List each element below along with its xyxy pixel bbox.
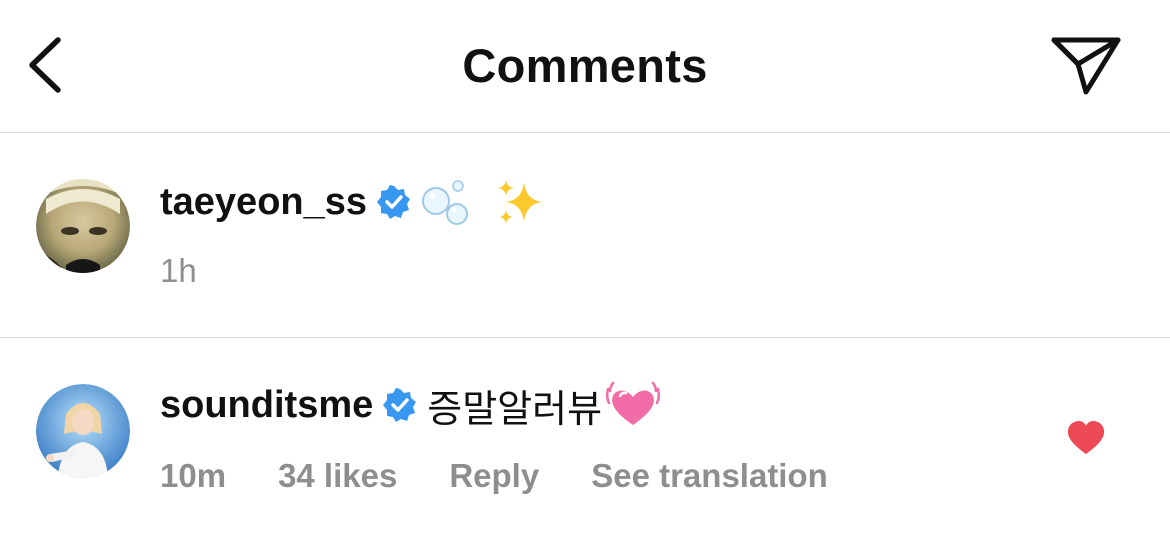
reply-button[interactable]: Reply [449, 457, 539, 495]
share-button[interactable] [1048, 34, 1124, 98]
heart-filled-icon [1067, 421, 1105, 454]
post-caption: taeyeon_ss 1h [0, 133, 1170, 338]
post-meta: 1h [160, 251, 249, 291]
avatar[interactable] [36, 179, 130, 273]
likes-count-link[interactable]: 34 likes [278, 457, 397, 495]
comment-timestamp: 10m [160, 457, 227, 494]
verified-badge-icon [383, 388, 417, 422]
see-translation-link[interactable]: See translation [591, 457, 828, 495]
avatar[interactable] [36, 384, 130, 478]
page-title: Comments [462, 39, 708, 92]
paper-plane-icon [1051, 37, 1121, 95]
comment-text: 증말알러뷰 [427, 388, 603, 431]
beating-heart-icon [606, 381, 661, 425]
header: Comments [0, 0, 1170, 133]
sparkles-icon [497, 180, 542, 224]
caption-text [421, 176, 546, 228]
comment-item: sounditsme 증말알러뷰 10m 34 likes Reply See … [0, 338, 1170, 538]
comment-line: sounditsme 증말알러뷰 [160, 380, 662, 431]
comment-username[interactable]: sounditsme [160, 384, 373, 427]
post-username[interactable]: taeyeon_ss [160, 181, 367, 224]
verified-badge-icon [377, 185, 411, 219]
bubbles-icon [422, 180, 469, 225]
comment-meta: 10m 34 likes Reply See translation [160, 456, 880, 496]
caption-line: taeyeon_ss [160, 177, 546, 227]
like-button[interactable] [1066, 420, 1106, 456]
post-timestamp: 1h [160, 252, 197, 289]
